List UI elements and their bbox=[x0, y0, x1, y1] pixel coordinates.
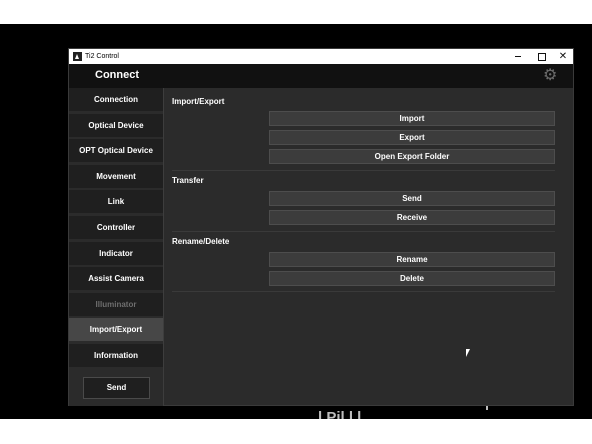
sidebar-item-link[interactable]: Link bbox=[69, 190, 163, 215]
section-divider bbox=[172, 231, 555, 232]
window-title: Ti2 Control bbox=[85, 53, 119, 60]
sidebar-item-opt-optical-device[interactable]: OPT Optical Device bbox=[69, 139, 163, 164]
gear-icon[interactable]: ⚙ bbox=[543, 68, 558, 84]
sidebar: Connection Optical Device OPT Optical De… bbox=[69, 88, 164, 406]
window-titlebar[interactable]: Ti2 Control ✕ bbox=[69, 49, 573, 64]
background-mark bbox=[486, 406, 488, 410]
sidebar-item-import-export[interactable]: Import/Export bbox=[69, 318, 163, 343]
close-button[interactable]: ✕ bbox=[551, 49, 575, 64]
delete-button[interactable]: Delete bbox=[269, 271, 555, 286]
sidebar-item-assist-camera[interactable]: Assist Camera bbox=[69, 267, 163, 292]
sidebar-item-optical-device[interactable]: Optical Device bbox=[69, 113, 163, 138]
rename-button[interactable]: Rename bbox=[269, 252, 555, 267]
sidebar-item-controller[interactable]: Controller bbox=[69, 216, 163, 240]
section-title-transfer: Transfer bbox=[172, 176, 204, 185]
sidebar-item-illuminator: Illuminator bbox=[69, 292, 163, 317]
minimize-button[interactable] bbox=[506, 49, 530, 64]
sidebar-item-information[interactable]: Information bbox=[69, 344, 163, 368]
mouse-cursor-icon bbox=[466, 349, 470, 357]
sidebar-item-connection[interactable]: Connection bbox=[69, 88, 163, 112]
sidebar-item-indicator[interactable]: Indicator bbox=[69, 241, 163, 266]
sidebar-item-movement[interactable]: Movement bbox=[69, 164, 163, 189]
app-window: Ti2 Control ✕ Connect ⚙ Connection Optic… bbox=[68, 48, 574, 406]
sidebar-send-button[interactable]: Send bbox=[83, 377, 150, 399]
open-export-folder-button[interactable]: Open Export Folder bbox=[269, 149, 555, 164]
main-panel: Import/Export Import Export Open Export … bbox=[165, 88, 573, 406]
transfer-send-button[interactable]: Send bbox=[269, 191, 555, 206]
section-title-import-export: Import/Export bbox=[172, 97, 225, 106]
section-divider bbox=[172, 170, 555, 171]
page-header: Connect ⚙ bbox=[69, 64, 573, 88]
import-button[interactable]: Import bbox=[269, 111, 555, 126]
section-divider bbox=[172, 291, 555, 292]
page-title: Connect bbox=[95, 69, 139, 81]
section-title-rename-delete: Rename/Delete bbox=[172, 237, 230, 246]
app-logo-icon bbox=[73, 52, 82, 61]
export-button[interactable]: Export bbox=[269, 130, 555, 145]
receive-button[interactable]: Receive bbox=[269, 210, 555, 225]
background-text-fragment: l Pil l l bbox=[318, 409, 362, 419]
maximize-button[interactable] bbox=[529, 49, 553, 64]
